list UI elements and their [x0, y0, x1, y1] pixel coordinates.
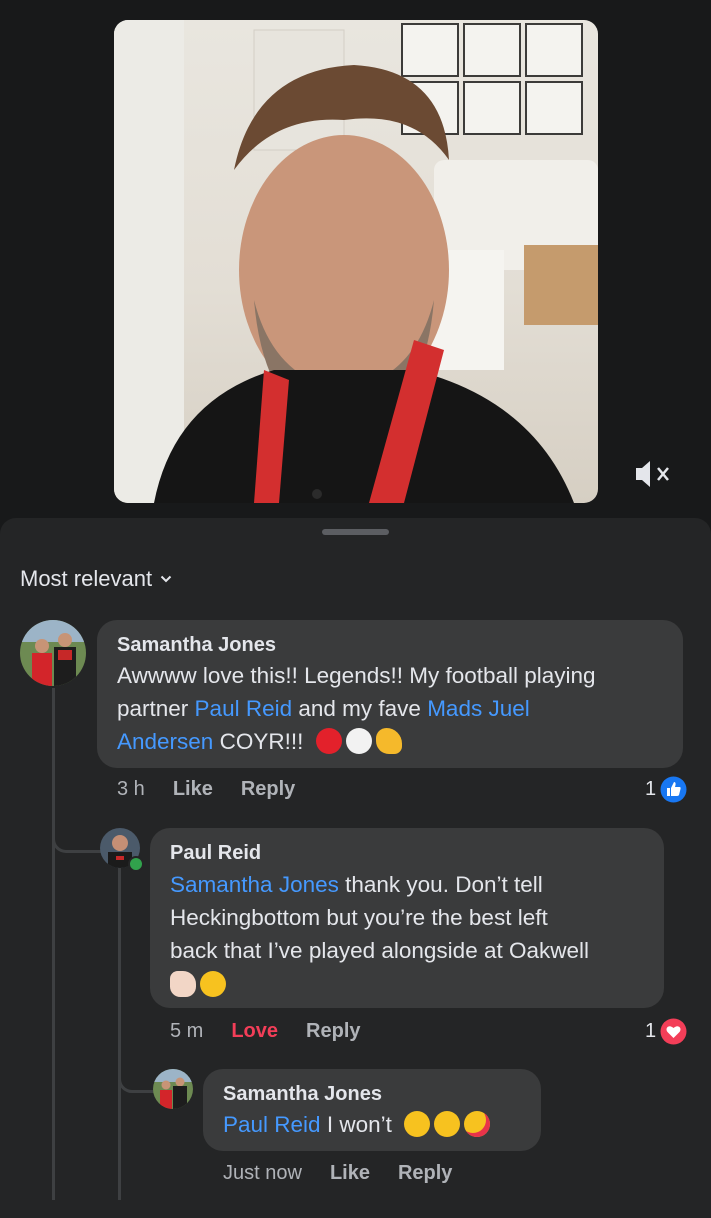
online-status-indicator: [128, 856, 144, 872]
red-circle-emoji: [315, 728, 342, 754]
reply-button[interactable]: Reply: [398, 1162, 452, 1185]
sort-dropdown[interactable]: Most relevant: [20, 566, 172, 592]
avatar[interactable]: [20, 620, 86, 686]
mute-icon[interactable]: [632, 456, 672, 492]
comment-author[interactable]: Samantha Jones: [117, 634, 276, 657]
mention-link[interactable]: Andersen: [117, 729, 213, 754]
like-button[interactable]: Like: [330, 1162, 370, 1185]
thread-connector: [52, 820, 101, 853]
thread-connector: [118, 1060, 155, 1093]
avatar[interactable]: [153, 1069, 193, 1109]
comment-author[interactable]: Samantha Jones: [223, 1083, 382, 1106]
comment-actions: 3 h Like Reply: [117, 778, 323, 801]
comment-actions: Just now Like Reply: [223, 1162, 480, 1185]
reaction-summary[interactable]: 1: [645, 776, 687, 803]
rolling-laughing-emoji: [404, 1111, 431, 1137]
like-reaction-icon: [660, 776, 687, 803]
smiling-face-hearts-emoji: [464, 1111, 491, 1137]
flexed-biceps-emoji: [375, 728, 402, 754]
sort-label: Most relevant: [20, 566, 153, 591]
winking-face-emoji: [200, 971, 226, 997]
reaction-summary[interactable]: 1: [645, 1018, 687, 1045]
chevron-down-icon: [160, 575, 172, 583]
comment-author[interactable]: Paul Reid: [170, 842, 261, 865]
comment-text: Awwww love this!! Legends!! My football …: [117, 663, 596, 754]
love-reaction-icon: [660, 1018, 687, 1045]
thread-line: [118, 868, 121, 1200]
mention-link[interactable]: Samantha Jones: [170, 872, 339, 897]
white-circle-emoji: [345, 728, 372, 754]
mention-link[interactable]: Paul Reid: [223, 1112, 321, 1137]
video-frame: [114, 20, 598, 503]
comment-time: 3 h: [117, 778, 145, 800]
comment-text: Paul Reid I won’t: [223, 1108, 543, 1141]
comment-time: 5 m: [170, 1020, 204, 1042]
video-player[interactable]: [114, 20, 598, 503]
reply-button[interactable]: Reply: [306, 1020, 360, 1043]
mention-link[interactable]: Paul Reid: [195, 696, 293, 721]
reply-button[interactable]: Reply: [241, 778, 295, 801]
comment-text: Samantha Jones thank you. Don’t tell Hec…: [170, 868, 660, 1001]
thumbs-up-emoji: [170, 971, 196, 997]
comment-actions: 5 m Love Reply: [170, 1020, 389, 1043]
sheet-drag-handle[interactable]: [322, 529, 389, 535]
smiling-face-emoji: [434, 1111, 461, 1137]
like-button[interactable]: Like: [173, 778, 213, 801]
comment-time: Just now: [223, 1162, 302, 1184]
thread-line: [52, 688, 55, 1200]
love-button[interactable]: Love: [231, 1020, 278, 1043]
mention-link[interactable]: Mads Juel: [427, 696, 530, 721]
